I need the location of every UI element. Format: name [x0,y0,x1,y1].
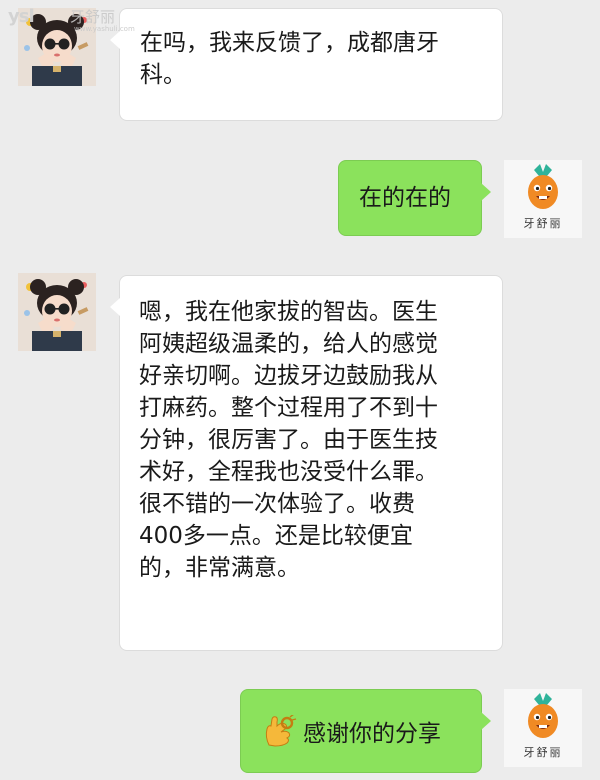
brand-label: 牙舒丽 [523,217,563,230]
watermark-logo: ysl [8,6,35,27]
incoming-message[interactable]: 在吗，我来反馈了，成都唐牙 科。 [109,8,503,121]
bubble-tail [481,183,491,201]
girl-avatar-icon [18,273,96,351]
customer-avatar[interactable] [18,273,96,351]
message-text: 在吗，我来反馈了，成都唐牙 科。 [140,30,439,88]
ok-hand-icon [263,713,297,756]
clinic-avatar[interactable]: 牙舒丽 [504,689,582,767]
bubble-tail [109,297,120,317]
watermark-url: www.yashuli.com [74,25,135,33]
outgoing-message[interactable]: 感谢你的分享 [240,689,491,773]
chat-screen: ysl 牙舒丽 www.yashuli.com 在吗，我来反馈了，成都唐牙 科。… [0,0,600,780]
message-text: 嗯，我在他家拔的智齿。医生 阿姨超级温柔的，给人的感觉 好亲切啊。边拔牙边鼓励我… [139,299,438,581]
message-text: 感谢你的分享 [263,713,481,756]
outgoing-message[interactable]: 在的在的 [338,160,491,236]
clinic-avatar[interactable]: 牙舒丽 [504,160,582,238]
message-text-content: 感谢你的分享 [303,721,441,747]
brand-label: 牙舒丽 [523,746,563,759]
watermark-site-name: 牙舒丽 [70,8,116,26]
bubble-tail [481,712,491,730]
watermark: ysl 牙舒丽 www.yashuli.com [8,4,168,38]
message-text: 在的在的 [359,185,451,211]
incoming-message[interactable]: 嗯，我在他家拔的智齿。医生 阿姨超级温柔的，给人的感觉 好亲切啊。边拔牙边鼓励我… [109,275,503,651]
